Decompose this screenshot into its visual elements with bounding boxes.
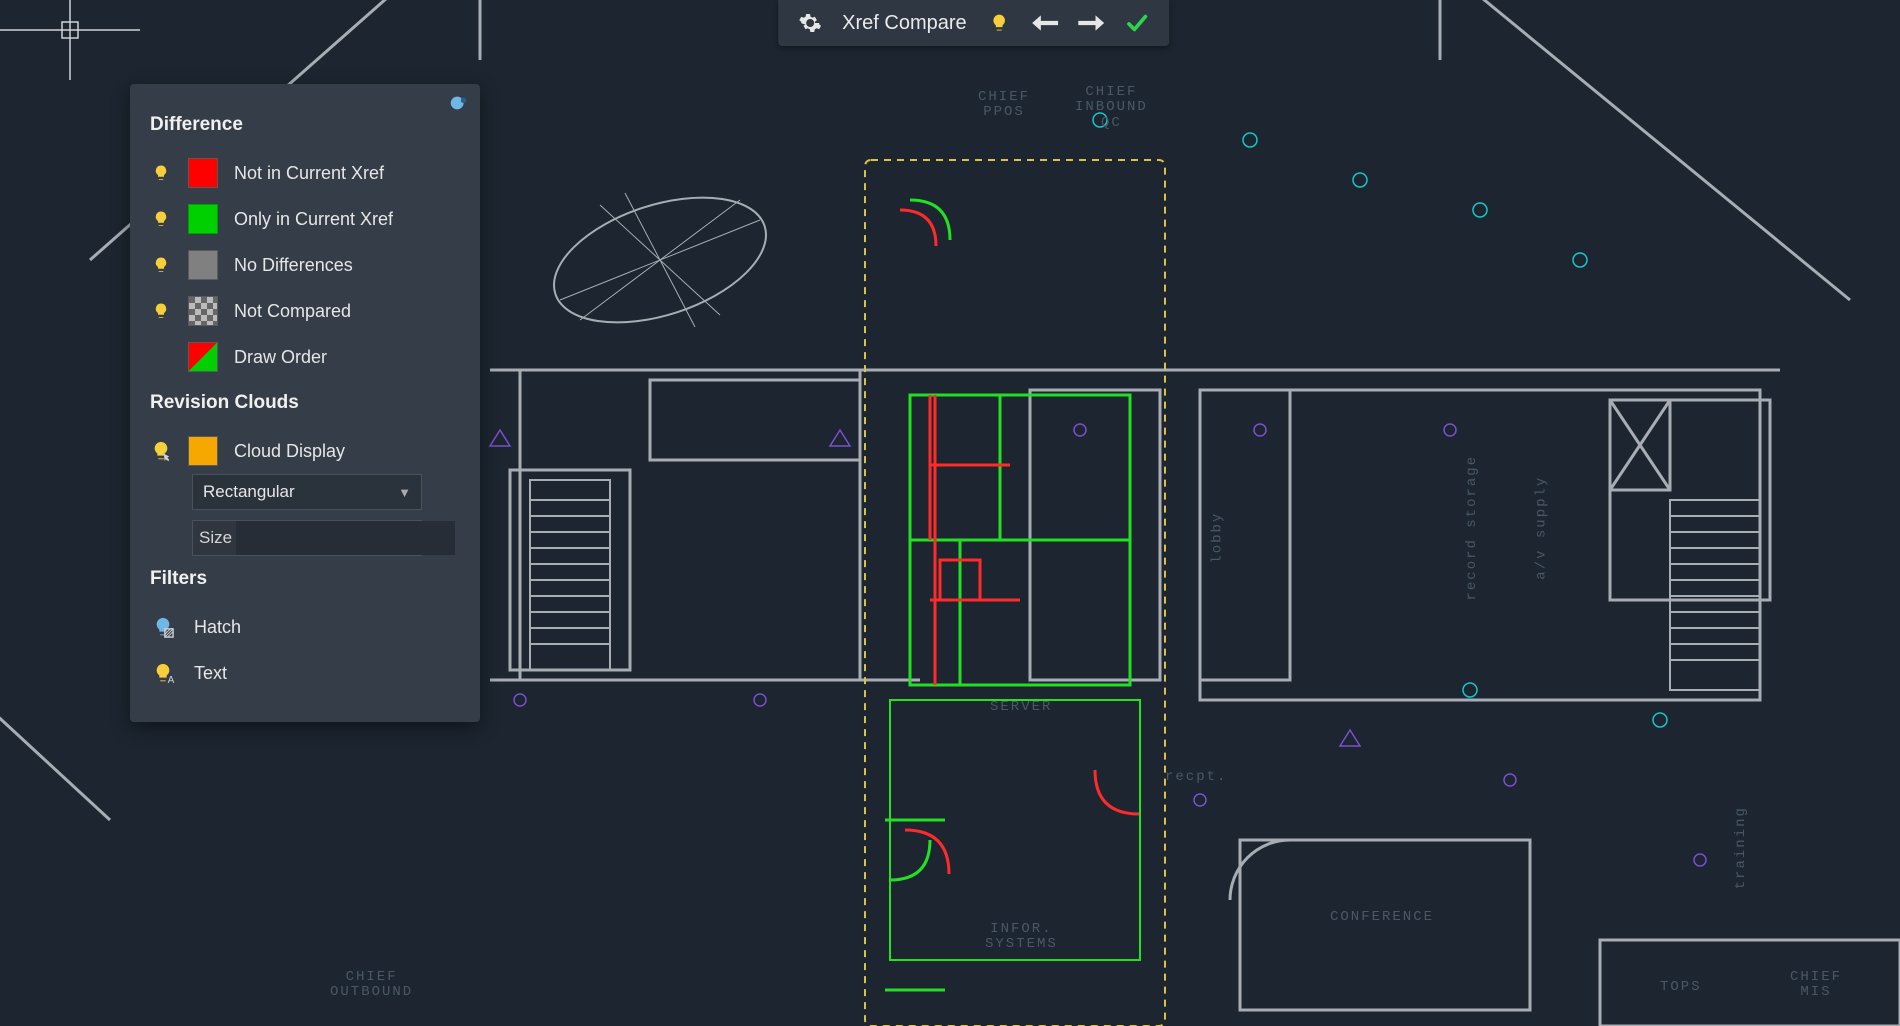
lightbulb-text-icon: A xyxy=(152,662,174,684)
diff-label: Only in Current Xref xyxy=(234,209,393,230)
diff-row-only-in-current: Only in Current Xref xyxy=(150,196,460,242)
lightbulb-icon xyxy=(989,13,1009,33)
toggle-hatch-filter[interactable] xyxy=(150,614,176,640)
toggle-text-filter[interactable]: A xyxy=(150,660,176,686)
color-swatch-gray[interactable] xyxy=(188,250,218,280)
next-change-button[interactable] xyxy=(1077,9,1105,37)
cloud-shape-select[interactable]: Rectangular ▼ xyxy=(192,474,422,510)
diff-label: Not in Current Xref xyxy=(234,163,384,184)
color-swatch-orange[interactable] xyxy=(188,436,218,466)
toggle-not-in-current[interactable] xyxy=(150,162,172,184)
section-title-filters: Filters xyxy=(150,568,460,590)
xref-compare-toolbar: Xref Compare xyxy=(778,0,1168,46)
svg-text:A: A xyxy=(168,675,174,684)
cloud-size-row: Size xyxy=(192,520,422,556)
color-swatch-draw-order[interactable] xyxy=(188,342,218,372)
diff-row-not-compared: Not Compared xyxy=(150,288,460,334)
section-title-revision-clouds: Revision Clouds xyxy=(150,392,460,414)
filter-label: Text xyxy=(194,663,227,684)
lightbulb-icon xyxy=(152,256,170,274)
cloud-display-label: Cloud Display xyxy=(234,441,345,462)
toolbar-title: Xref Compare xyxy=(842,12,967,35)
gear-icon xyxy=(798,11,822,35)
lightbulb-icon xyxy=(152,164,170,182)
filter-row-hatch: Hatch xyxy=(150,604,460,650)
cloud-shape-value: Rectangular xyxy=(203,482,295,502)
chevron-down-icon: ▼ xyxy=(398,485,411,500)
filter-label: Hatch xyxy=(194,617,241,638)
lightbulb-icon xyxy=(152,210,170,228)
cloud-size-input[interactable] xyxy=(236,521,455,555)
color-swatch-checker[interactable] xyxy=(188,296,218,326)
check-icon xyxy=(1124,12,1150,34)
autodesk-cloud-icon xyxy=(448,92,470,119)
toggle-no-differences[interactable] xyxy=(150,254,172,276)
accept-button[interactable] xyxy=(1123,9,1151,37)
diff-row-no-differences: No Differences xyxy=(150,242,460,288)
settings-button[interactable] xyxy=(796,9,824,37)
section-title-difference: Difference xyxy=(150,114,460,136)
toggle-not-compared[interactable] xyxy=(150,300,172,322)
diff-label: Draw Order xyxy=(234,347,327,368)
cloud-display-row: Cloud Display xyxy=(150,428,460,474)
toggle-cloud-display[interactable] xyxy=(150,440,172,462)
diff-label: Not Compared xyxy=(234,301,351,322)
arrow-left-icon xyxy=(1032,13,1058,33)
toggle-only-in-current[interactable] xyxy=(150,208,172,230)
difference-settings-panel: Difference Not in Current Xref Only in C… xyxy=(130,84,480,722)
cloud-size-label: Size xyxy=(193,521,236,555)
diff-row-not-in-current: Not in Current Xref xyxy=(150,150,460,196)
lightbulb-cursor-icon xyxy=(150,440,172,462)
filter-row-text: A Text xyxy=(150,650,460,696)
color-swatch-red[interactable] xyxy=(188,158,218,188)
color-swatch-green[interactable] xyxy=(188,204,218,234)
diff-row-draw-order: Draw Order xyxy=(150,334,460,380)
diff-label: No Differences xyxy=(234,255,353,276)
toggle-visibility-button[interactable] xyxy=(985,9,1013,37)
lightbulb-icon xyxy=(152,302,170,320)
lightbulb-hatch-icon xyxy=(152,616,174,638)
previous-change-button[interactable] xyxy=(1031,9,1059,37)
arrow-right-icon xyxy=(1078,13,1104,33)
